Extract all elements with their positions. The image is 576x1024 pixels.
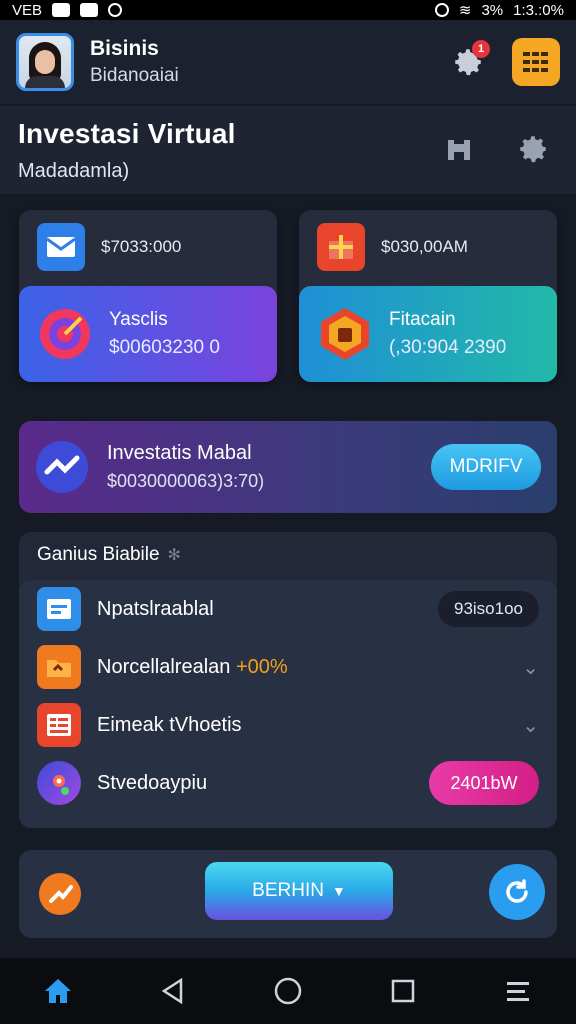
list-item[interactable]: Eimeak tVhoetis ⌄ — [19, 696, 557, 754]
gift-box-icon — [317, 223, 365, 271]
list-item[interactable]: Stvedoaypiu 2401bW — [19, 754, 557, 812]
grid-menu-button[interactable] — [512, 38, 560, 86]
circle-icon — [274, 977, 302, 1005]
hamburger-icon — [507, 982, 530, 1001]
wallet-card[interactable]: $030,00AM Fitacain (,30:904 2390 — [299, 210, 557, 382]
home-button[interactable] — [32, 965, 84, 1017]
status-bar: VEB ≋ 3% 1:3.:0% — [0, 0, 576, 20]
trend-icon — [36, 441, 88, 493]
list-item-label: Norcellalrealan +00% — [97, 655, 288, 678]
list-icon — [37, 703, 81, 747]
shield-icon — [321, 308, 369, 360]
back-button[interactable] — [147, 965, 199, 1017]
home-circle-button[interactable] — [262, 965, 314, 1017]
document-icon — [37, 587, 81, 631]
list-header-title: Ganius Biabile — [37, 544, 160, 565]
wallet-sub-title: Fitacain — [389, 309, 456, 330]
list-header: Ganius Biabile ✻ — [19, 532, 557, 578]
envelope-icon — [37, 223, 85, 271]
gear-small-icon: ✻ — [167, 547, 181, 564]
berhin-button[interactable]: BERHIN ▼ — [205, 862, 393, 920]
settings-button[interactable]: 1 — [450, 40, 490, 80]
wifi-icon: ≋ — [458, 2, 472, 19]
wallet-amount: $030,00AM — [381, 237, 468, 256]
caret-down-icon: ▼ — [331, 883, 346, 899]
investment-value: $0030000063)3:70) — [107, 471, 265, 491]
status-left: VEB — [12, 1, 123, 19]
refresh-icon — [506, 879, 528, 903]
wallet-sub-card[interactable]: Fitacain (,30:904 2390 — [299, 286, 557, 382]
chevron-down-icon[interactable]: ⌄ — [522, 713, 539, 738]
clock-label: 1:3.:0% — [513, 1, 564, 19]
home-icon — [44, 979, 71, 1003]
system-nav-bar — [0, 958, 576, 1024]
search-settings-icon[interactable] — [516, 132, 550, 166]
refresh-button[interactable] — [489, 864, 545, 920]
list-item[interactable]: Norcellalrealan +00% ⌄ — [19, 638, 557, 696]
page-header: Investasi Virtual Madadamla) — [0, 106, 576, 194]
square-icon — [391, 979, 415, 1003]
wallet-sub-value: (,30:904 2390 — [389, 337, 507, 358]
list-item-value: 93iso1oo — [437, 591, 539, 627]
profile-info: Bisinis Bidanoaiai — [90, 37, 179, 87]
grid-icon — [523, 52, 548, 72]
berhin-label: BERHIN — [252, 880, 324, 901]
list-panel: Ganius Biabile ✻ Npatslraablal 93iso1oo … — [19, 532, 557, 828]
notification-badge: 1 — [472, 40, 490, 58]
list-item-label: Npatslraablal — [97, 597, 214, 620]
list-item-label: Eimeak tVhoetis — [97, 713, 242, 736]
wallet-card[interactable]: $7033:000 Yasclis $00603230 0 — [19, 210, 277, 382]
carrier-label: VEB — [12, 1, 43, 19]
status-right: ≋ 3% 1:3.:0% — [434, 1, 564, 19]
top-bar: Bisinis Bidanoaiai 1 — [0, 20, 576, 104]
rocket-icon[interactable] — [37, 871, 83, 917]
investment-card[interactable]: Investatis Mabal $0030000063)3:70) MDRIF… — [19, 421, 557, 513]
action-panel: BERHIN ▼ — [19, 850, 557, 938]
map-pin-icon — [37, 761, 81, 805]
back-icon — [161, 978, 183, 1004]
chevron-down-icon[interactable]: ⌄ — [522, 655, 539, 680]
mdrifv-button[interactable]: MDRIFV — [431, 444, 541, 490]
recents-button[interactable] — [377, 965, 429, 1017]
list-item[interactable]: Npatslraablal 93iso1oo — [19, 580, 557, 638]
sync-icon — [108, 3, 123, 17]
investment-title: Investatis Mabal — [107, 442, 252, 464]
alarm-icon — [434, 3, 449, 17]
wallet-sub-value: $00603230 0 — [109, 337, 220, 358]
camera-icon — [80, 3, 99, 17]
avatar[interactable] — [16, 33, 74, 91]
target-icon — [40, 309, 90, 359]
wallet-sub-title: Yasclis — [109, 309, 168, 330]
list-item-change: +00% — [235, 655, 288, 678]
list-item-label: Stvedoaypiu — [97, 771, 208, 794]
wallet-amount: $7033:000 — [101, 237, 182, 256]
chat-icon — [52, 3, 71, 17]
list-item-badge[interactable]: 2401bW — [429, 761, 539, 805]
profile-name: Bisinis — [90, 37, 159, 60]
folder-icon — [37, 645, 81, 689]
building-icon[interactable] — [444, 132, 474, 162]
wallet-sub-card[interactable]: Yasclis $00603230 0 — [19, 286, 277, 382]
menu-button[interactable] — [492, 965, 544, 1017]
profile-subtitle: Bidanoaiai — [90, 65, 179, 86]
signal-label: 3% — [481, 1, 504, 19]
